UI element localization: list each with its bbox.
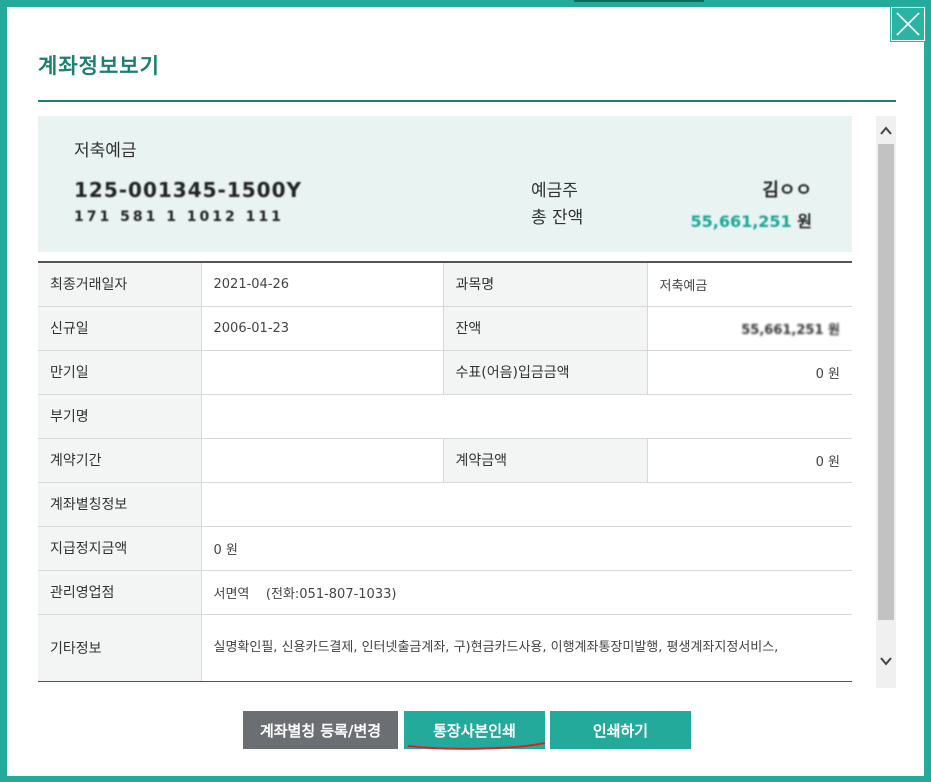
book-name-label: 부기명 [38,393,202,439]
account-detail-table: 최종거래일자 2021-04-26 과목명 저축예금 신규일 2006-01-2… [38,261,852,682]
maturity-date-value [201,349,444,395]
holder-label: 예금주 [531,181,578,201]
check-deposit-label: 수표(어음)입금금액 [443,349,648,395]
dialog-title: 계좌정보보기 [38,54,160,78]
open-date-value: 2006-01-23 [201,305,444,351]
chevron-down-icon [880,657,892,666]
branch-value: 서면역 (전화:051-807-1033) [201,569,852,615]
contract-period-label: 계약기간 [38,437,202,483]
title-divider [38,100,896,102]
total-balance-amount: 55,661,251 [690,212,792,231]
total-balance-value: 55,661,251 원 [690,208,812,232]
other-info-value: 실명확인필, 신용카드결제, 인터넷출금계좌, 구)현금카드사용, 이행계좌통장… [201,613,852,682]
check-deposit-value: 0 원 [647,349,852,395]
contract-period-value [201,437,444,483]
vertical-scrollbar[interactable] [876,116,896,688]
total-balance-unit: 원 [797,212,812,231]
subject-name-value: 저축예금 [647,261,852,307]
balance-amount: 55,661,251 원 [741,322,840,338]
scroll-down-button[interactable] [876,650,896,674]
table-row: 관리영업점 서면역 (전화:051-807-1033) [38,569,852,615]
account-alias-label: 계좌별칭정보 [38,481,202,527]
close-button[interactable] [890,6,926,42]
table-row: 부기명 [38,393,852,439]
table-row: 지급정지금액 0 원 [38,525,852,571]
holder-name: 김ㅇㅇ [762,180,812,201]
account-number: 125-001345-1500Y [74,178,302,202]
table-row: 최종거래일자 2021-04-26 과목명 저축예금 [38,261,852,307]
balance-label: 잔액 [443,305,648,351]
scroll-thumb[interactable] [878,144,894,620]
maturity-date-label: 만기일 [38,349,202,395]
scroll-up-button[interactable] [876,118,896,142]
chevron-up-icon [880,126,892,135]
account-subtext: 171 581 1 1012 111 [74,209,284,225]
contract-amount-value: 0 원 [647,437,852,483]
account-summary: 저축예금 125-001345-1500Y 171 581 1 1012 111… [38,116,852,252]
table-row: 계약기간 계약금액 0 원 [38,437,852,483]
table-row: 계좌별칭정보 [38,481,852,527]
contract-amount-label: 계약금액 [443,437,648,483]
last-transaction-date-value: 2021-04-26 [201,261,444,307]
branch-label: 관리영업점 [38,569,202,615]
book-name-value [201,393,852,439]
print-button[interactable]: 인쇄하기 [550,711,691,749]
table-row: 기타정보 실명확인필, 신용카드결제, 인터넷출금계좌, 구)현금카드사용, 이… [38,613,852,682]
balance-value: 55,661,251 원 [647,305,852,351]
account-type: 저축예금 [74,141,137,161]
content-scroll-area[interactable]: 저축예금 125-001345-1500Y 171 581 1 1012 111… [38,116,896,688]
payment-suspend-value: 0 원 [201,525,852,571]
total-balance-label: 총 잔액 [531,208,584,228]
open-date-label: 신규일 [38,305,202,351]
last-transaction-date-label: 최종거래일자 [38,261,202,307]
account-alias-value [201,481,852,527]
red-underline-annotation [407,742,546,750]
top-accent-bar [574,0,704,2]
payment-suspend-label: 지급정지금액 [38,525,202,571]
other-info-label: 기타정보 [38,613,202,682]
close-icon [896,12,920,36]
table-row: 만기일 수표(어음)입금금액 0 원 [38,349,852,395]
subject-name-label: 과목명 [443,261,648,307]
alias-register-button[interactable]: 계좌별칭 등록/변경 [243,711,398,749]
table-row: 신규일 2006-01-23 잔액 55,661,251 원 [38,305,852,351]
